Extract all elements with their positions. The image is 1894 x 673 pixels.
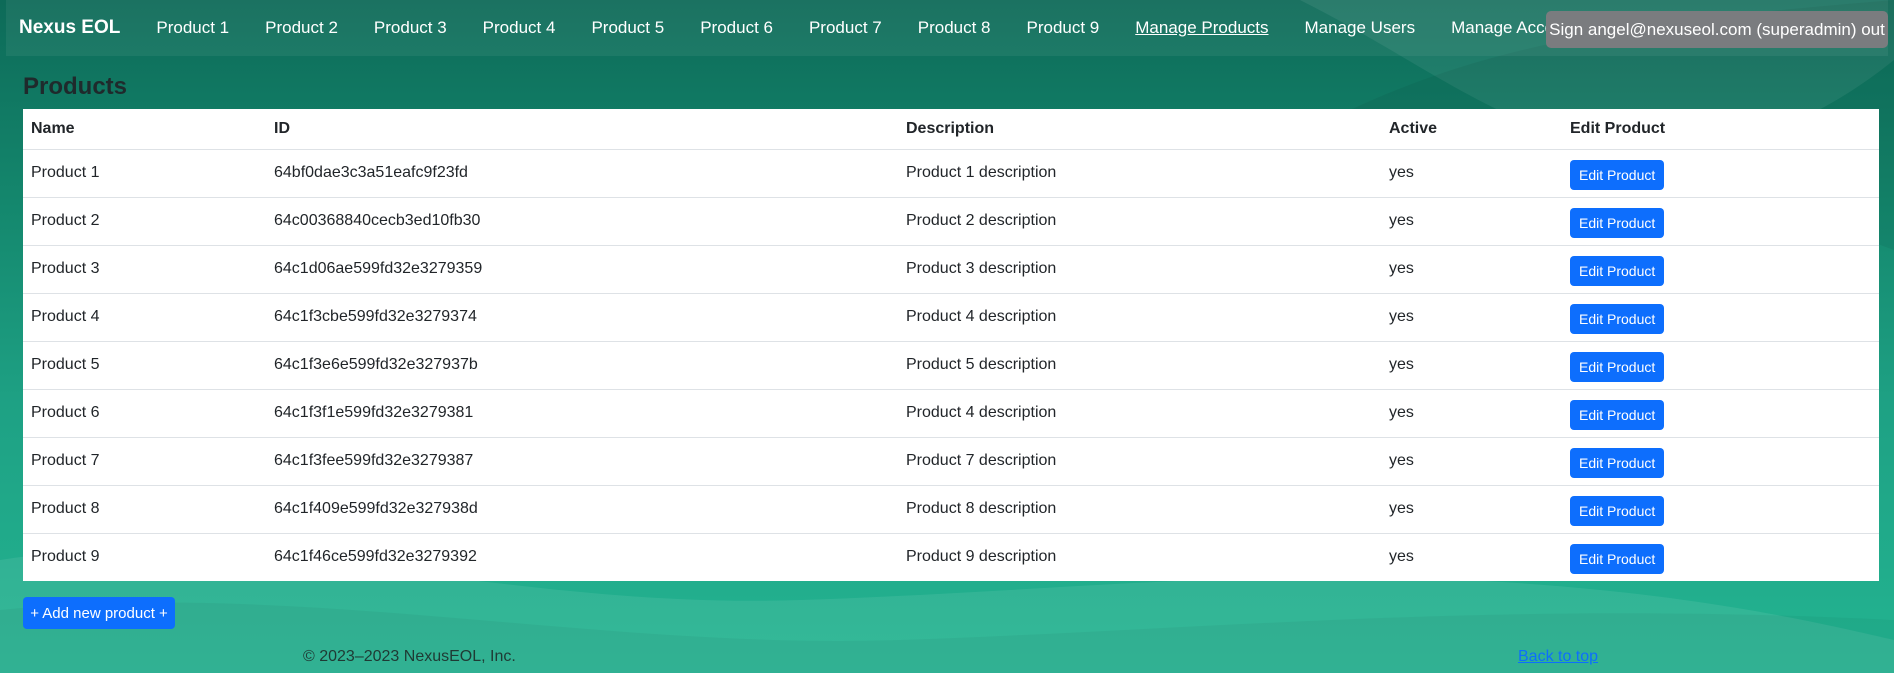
table-row: Product 4 64c1f3cbe599fd32e3279374 Produ…	[23, 293, 1879, 342]
cell-active: yes	[1381, 197, 1562, 246]
cell-active: yes	[1389, 548, 1414, 566]
header-active: Active	[1381, 109, 1562, 150]
nav-product-4[interactable]: Product 4	[483, 18, 556, 38]
cell-id: 64c1f3cbe599fd32e3279374	[266, 293, 898, 342]
cell-description: Product 8 description	[898, 485, 1381, 534]
edit-product-button[interactable]: Edit Product	[1570, 496, 1665, 526]
nav-manage-users[interactable]: Manage Users	[1305, 18, 1416, 38]
cell-name: Product 8	[23, 485, 266, 534]
cell-edit: Edit Product	[1562, 293, 1879, 342]
edit-product-button[interactable]: Edit Product	[1570, 400, 1665, 430]
cell-id: 64c1f46ce599fd32e3279392	[274, 548, 477, 566]
cell-edit: Edit Product	[1562, 533, 1879, 581]
table-row: Product 1 64bf0dae3c3a51eafc9f23fd Produ…	[23, 149, 1879, 198]
nav-product-1[interactable]: Product 1	[156, 18, 229, 38]
products-table-container: Name ID Description Active Edit Product …	[23, 109, 1879, 581]
table-row: Product 2 64c00368840cecb3ed10fb30 Produ…	[23, 197, 1879, 246]
table-row: Product 7 64c1f3fee599fd32e3279387 Produ…	[23, 437, 1879, 486]
cell-name: Product 1	[23, 149, 266, 198]
edit-product-button[interactable]: Edit Product	[1570, 304, 1665, 334]
edit-product-button[interactable]: Edit Product	[1570, 544, 1665, 575]
nav-product-5[interactable]: Product 5	[591, 18, 664, 38]
cell-description: Product 4 description	[898, 293, 1381, 342]
cell-id: 64c1d06ae599fd32e3279359	[266, 245, 898, 294]
cell-description: Product 3 description	[898, 245, 1381, 294]
nav-product-7[interactable]: Product 7	[809, 18, 882, 38]
header-description: Description	[898, 109, 1381, 150]
top-navbar: Nexus EOL Product 1 Product 2 Product 3 …	[6, 0, 1888, 56]
cell-id: 64c1f3fee599fd32e3279387	[266, 437, 898, 486]
cell-active: yes	[1381, 149, 1562, 198]
edit-product-button[interactable]: Edit Product	[1570, 256, 1665, 286]
nav-product-6[interactable]: Product 6	[700, 18, 773, 38]
cell-name: Product 6	[23, 389, 266, 438]
cell-id: 64c1f409e599fd32e327938d	[266, 485, 898, 534]
cell-edit: Edit Product	[1562, 389, 1879, 438]
nav-product-2[interactable]: Product 2	[265, 18, 338, 38]
edit-product-button[interactable]: Edit Product	[1570, 208, 1665, 238]
table-row: Product 5 64c1f3e6e599fd32e327937b Produ…	[23, 341, 1879, 390]
cell-edit: Edit Product	[1562, 197, 1879, 246]
cell-edit: Edit Product	[1562, 341, 1879, 390]
cell-name: Product 2	[23, 197, 266, 246]
cell-name: Product 9	[31, 548, 100, 566]
cell-edit: Edit Product	[1562, 149, 1879, 198]
header-edit-product: Edit Product	[1562, 109, 1879, 150]
cell-description: Product 2 description	[898, 197, 1381, 246]
cell-description: Product 7 description	[898, 437, 1381, 486]
cell-description: Product 4 description	[898, 389, 1381, 438]
nav-product-3[interactable]: Product 3	[374, 18, 447, 38]
cell-active: yes	[1381, 245, 1562, 294]
table-row: Product 6 64c1f3f1e599fd32e3279381 Produ…	[23, 389, 1879, 438]
cell-id: 64c1f3e6e599fd32e327937b	[266, 341, 898, 390]
cell-id: 64bf0dae3c3a51eafc9f23fd	[266, 149, 898, 198]
header-name: Name	[23, 109, 266, 150]
page-title: Products	[23, 73, 128, 100]
add-new-product-button[interactable]: + Add new product +	[23, 597, 175, 629]
table-row: Product 9 64c1f46ce599fd32e3279392 Produ…	[23, 533, 1879, 581]
cell-edit: Edit Product	[1562, 437, 1879, 486]
cell-name: Product 5	[23, 341, 266, 390]
brand-logo[interactable]: Nexus EOL	[19, 17, 120, 39]
edit-product-button[interactable]: Edit Product	[1570, 160, 1665, 190]
nav-product-8[interactable]: Product 8	[918, 18, 991, 38]
cell-name: Product 3	[23, 245, 266, 294]
back-to-top-link[interactable]: Back to top	[1518, 648, 1598, 666]
table-header-row: Name ID Description Active Edit Product	[23, 109, 1879, 150]
table-row: Product 3 64c1d06ae599fd32e3279359 Produ…	[23, 245, 1879, 294]
cell-description: Product 5 description	[898, 341, 1381, 390]
cell-active: yes	[1381, 341, 1562, 390]
cell-id: 64c00368840cecb3ed10fb30	[266, 197, 898, 246]
cell-id: 64c1f3f1e599fd32e3279381	[266, 389, 898, 438]
cell-name: Product 7	[23, 437, 266, 486]
footer-copyright: © 2023–2023 NexusEOL, Inc.	[303, 648, 516, 665]
nav-product-9[interactable]: Product 9	[1027, 18, 1100, 38]
cell-active: yes	[1381, 293, 1562, 342]
cell-description: Product 1 description	[898, 149, 1381, 198]
cell-description: Product 9 description	[906, 548, 1057, 566]
edit-product-button[interactable]: Edit Product	[1570, 448, 1665, 478]
nav-manage-products[interactable]: Manage Products	[1135, 18, 1268, 38]
cell-edit: Edit Product	[1562, 245, 1879, 294]
cell-active: yes	[1381, 437, 1562, 486]
cell-active: yes	[1381, 485, 1562, 534]
products-table: Name ID Description Active Edit Product …	[23, 109, 1879, 581]
header-id: ID	[266, 109, 898, 150]
cell-edit: Edit Product	[1562, 485, 1879, 534]
table-row: Product 8 64c1f409e599fd32e327938d Produ…	[23, 485, 1879, 534]
edit-product-button[interactable]: Edit Product	[1570, 352, 1665, 382]
cell-active: yes	[1381, 389, 1562, 438]
cell-name: Product 4	[23, 293, 266, 342]
sign-out-button[interactable]: Sign angel@nexuseol.com (superadmin) out	[1546, 11, 1888, 48]
